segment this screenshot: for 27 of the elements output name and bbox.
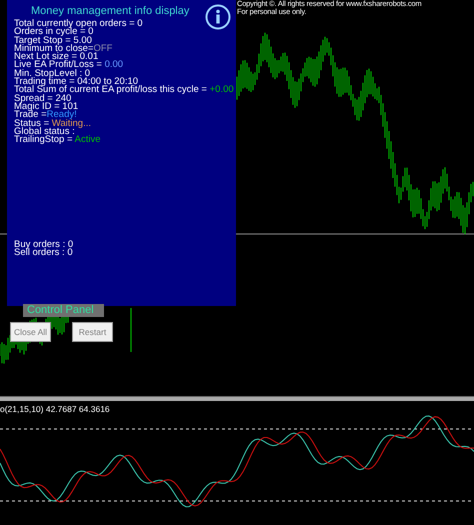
- indicator-label: o(21,15,10) 42.7687 64.3616: [0, 404, 110, 414]
- info-value: +0.00: [210, 84, 234, 96]
- info-line: Orders in cycle = 0: [14, 28, 94, 37]
- info-line: Magic ID = 101: [14, 102, 80, 112]
- panel-title: Money management info display: [31, 5, 190, 17]
- info-line: Target Stop = 5.00: [14, 36, 92, 45]
- info-value: 0.00: [104, 59, 124, 70]
- info-line: Global status :: [14, 128, 75, 136]
- info-value: Waiting...: [52, 118, 92, 129]
- info-icon[interactable]: [205, 4, 231, 30]
- control-panel-title: Control Panel: [23, 304, 104, 317]
- info-value: OFF: [93, 42, 112, 54]
- info-label: Trade =: [14, 109, 47, 120]
- restart-button[interactable]: Restart: [72, 322, 113, 342]
- info-label: Live EA Profit/Loss =: [14, 59, 103, 70]
- info-line: Total currently open orders = 0: [14, 20, 144, 28]
- info-label: Total Sum of current EA profit/loss this cycle =: [14, 84, 208, 96]
- info-line: Trading time = 04:00 to 20:10: [14, 78, 138, 86]
- order-count: Buy orders : 0: [14, 241, 74, 250]
- close-all-button[interactable]: Close All: [10, 322, 51, 342]
- info-line: Spread = 240: [14, 94, 72, 103]
- info-line: Next Lot size = 0.01: [14, 53, 98, 62]
- order-count: Sell orders : 0: [14, 249, 74, 258]
- info-value: Ready!: [46, 109, 77, 120]
- info-line: Min. StopLevel : 0: [14, 70, 90, 78]
- info-label: TrailingStop =: [14, 134, 74, 146]
- info-value: Active: [74, 134, 101, 146]
